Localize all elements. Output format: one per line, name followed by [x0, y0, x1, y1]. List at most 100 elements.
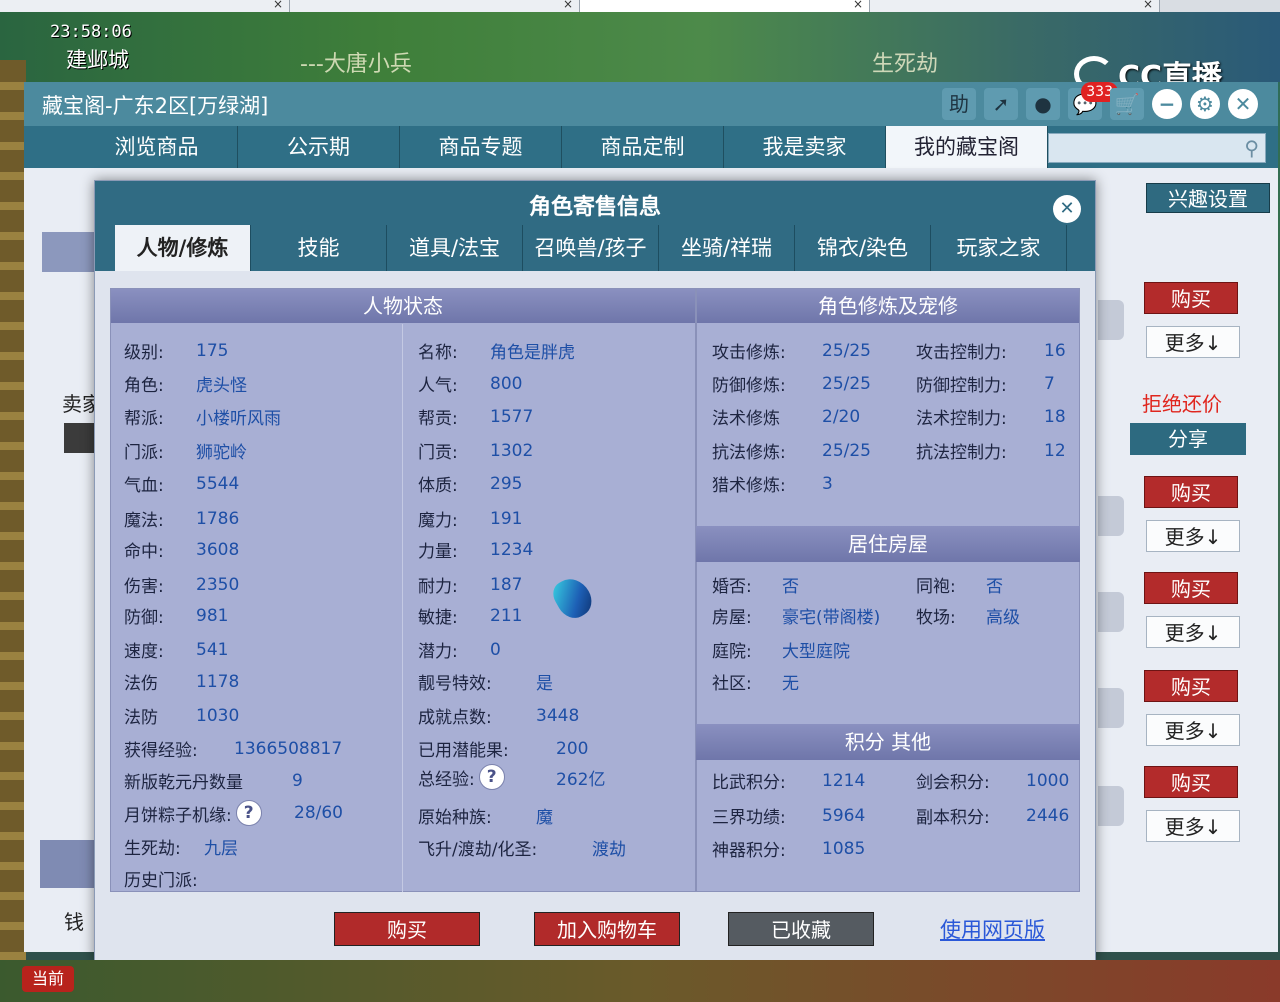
stat-label: 耐力: [418, 577, 458, 597]
nav-my-pavilion[interactable]: 我的藏宝阁 [886, 126, 1048, 168]
stat-row: 法防 1030 [124, 703, 239, 729]
stat-value: 295 [490, 473, 523, 494]
stat-row: 魔力: 191 [418, 506, 522, 532]
close-icon[interactable]: ✕ [1228, 89, 1258, 119]
buy-button[interactable]: 购买 [1144, 476, 1238, 508]
help-icon[interactable]: ? [478, 764, 505, 790]
channel-current-button[interactable]: 当前 [22, 966, 74, 992]
control-row: 法术控制力: 18 [916, 404, 1066, 430]
share-button[interactable]: 分享 [1130, 423, 1246, 455]
stat-value: 175 [196, 340, 229, 361]
nav-seller[interactable]: 我是卖家 [724, 126, 886, 168]
stat-value: 狮驼岭 [196, 443, 247, 463]
points-label: 剑会积分: [916, 773, 990, 793]
browser-tab[interactable]: × [870, 0, 1160, 12]
search-input[interactable]: ⚲ [1048, 133, 1266, 163]
window-title: 藏宝阁-广东2区[万绿湖] [42, 94, 269, 118]
stat-label: 敏捷: [418, 608, 458, 628]
tab-character[interactable]: 人物/修炼 [115, 225, 251, 271]
buy-button[interactable]: 购买 [334, 912, 480, 946]
house-row: 牧场: 高级 [916, 603, 1020, 628]
stat-value: 渡劫 [592, 840, 626, 860]
control-value: 16 [1044, 340, 1066, 361]
stat-row: 靓号特效: 是 [418, 669, 553, 694]
gear-icon[interactable]: ⚙ [1190, 89, 1220, 119]
browser-tab[interactable]: × [290, 0, 580, 12]
nav-custom[interactable]: 商品定制 [562, 126, 724, 168]
close-tab-icon[interactable]: × [1143, 0, 1153, 11]
stat-row: 体质: 295 [418, 471, 522, 497]
search-icon[interactable]: ⚲ [1244, 136, 1259, 160]
nav-topics[interactable]: 商品专题 [400, 126, 562, 168]
column-divider [402, 324, 403, 892]
more-button[interactable]: 更多↓ [1146, 616, 1240, 648]
game-clock: 23:58:06 [50, 22, 132, 42]
stat-value: 九层 [204, 839, 238, 859]
more-button[interactable]: 更多↓ [1146, 326, 1240, 358]
more-button[interactable]: 更多↓ [1146, 714, 1240, 746]
control-label: 防御控制力: [916, 376, 1007, 396]
game-bottom-bar: 当前 [0, 960, 1280, 1002]
points-row: 比武积分: 1214 [712, 768, 865, 794]
close-tab-icon[interactable]: × [853, 0, 863, 11]
status-panel-title: 人物状态 [111, 289, 695, 323]
browser-tab[interactable]: × [580, 0, 870, 12]
stat-label: 名称: [418, 343, 458, 363]
buy-button[interactable]: 购买 [1144, 282, 1238, 314]
house-panel-title: 居住房屋 [696, 526, 1080, 562]
more-button[interactable]: 更多↓ [1146, 520, 1240, 552]
cultivation-row: 防御修炼: 25/25 [712, 371, 871, 397]
stat-label: 法伤 [124, 674, 158, 694]
stat-value: 1786 [196, 508, 240, 529]
favorited-button[interactable]: 已收藏 [728, 912, 874, 946]
stat-row: 帮派: 小楼听风雨 [124, 404, 281, 429]
stat-value: 981 [196, 605, 229, 626]
nav-public[interactable]: 公示期 [238, 126, 400, 168]
buy-button[interactable]: 购买 [1144, 766, 1238, 798]
cart-icon[interactable]: 🛒 [1110, 88, 1144, 120]
tab-skills[interactable]: 技能 [251, 225, 387, 271]
buy-button[interactable]: 购买 [1144, 670, 1238, 702]
buy-button[interactable]: 购买 [1144, 572, 1238, 604]
close-tab-icon[interactable]: × [563, 0, 573, 11]
stat-row: 魔法: 1786 [124, 506, 239, 532]
share-arrow-icon[interactable]: ➚ [984, 88, 1018, 120]
tab-home[interactable]: 玩家之家 [931, 225, 1067, 271]
add-to-cart-button[interactable]: 加入购物车 [534, 912, 680, 946]
browser-tab[interactable]: × [0, 0, 290, 12]
player-name-text: ---大唐小兵 [300, 52, 412, 77]
help-button[interactable]: 助 [942, 88, 976, 120]
stat-label: 速度: [124, 642, 164, 662]
cart-fragment [1098, 592, 1124, 632]
message-icon[interactable]: 💬 333 [1068, 82, 1118, 120]
more-button[interactable]: 更多↓ [1146, 810, 1240, 842]
dialog-tabs: 人物/修炼 技能 道具/法宝 召唤兽/孩子 坐骑/祥瑞 锦衣/染色 玩家之家 [115, 225, 1067, 271]
stat-label: 新版乾元丹数量 [124, 773, 243, 793]
house-label: 婚否: [712, 577, 752, 597]
points-label: 副本积分: [916, 808, 990, 828]
stat-label: 命中: [124, 542, 164, 562]
stat-row: 耐力: 187 [418, 572, 522, 598]
control-row: 抗法控制力: 12 [916, 438, 1066, 464]
web-version-link[interactable]: 使用网页版 [940, 914, 1045, 944]
stat-label: 成就点数: [418, 708, 492, 728]
nav-browse[interactable]: 浏览商品 [76, 126, 238, 168]
cultivation-row: 攻击修炼: 25/25 [712, 338, 871, 364]
stat-row: 生死劫: 九层 [124, 834, 238, 859]
tab-items[interactable]: 道具/法宝 [387, 225, 523, 271]
points-value: 2446 [1026, 805, 1070, 826]
stat-label: 门贡: [418, 443, 458, 463]
minimize-icon[interactable]: − [1152, 89, 1182, 119]
tab-outfits[interactable]: 锦衣/染色 [795, 225, 931, 271]
stat-row: 已用潜能果: 200 [418, 736, 588, 762]
help-icon[interactable]: ? [235, 800, 262, 826]
tab-mounts[interactable]: 坐骑/祥瑞 [659, 225, 795, 271]
record-icon[interactable]: ● [1026, 88, 1060, 120]
interest-settings-button[interactable]: 兴趣设置 [1146, 183, 1270, 213]
points-panel-title: 积分 其他 [696, 724, 1080, 760]
stat-row: 敏捷: 211 [418, 603, 522, 629]
close-icon[interactable]: ✕ [1053, 195, 1081, 223]
tab-pets[interactable]: 召唤兽/孩子 [523, 225, 659, 271]
close-tab-icon[interactable]: × [273, 0, 283, 11]
stat-label: 获得经验: [124, 741, 198, 761]
